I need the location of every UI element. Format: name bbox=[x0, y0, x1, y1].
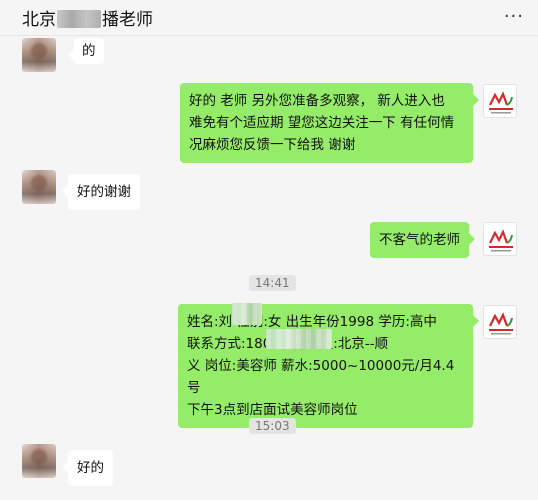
redacted-name-mask bbox=[232, 303, 262, 325]
message-text-line: 况麻烦您反馈一下给我 谢谢 bbox=[189, 137, 356, 153]
chat-title-suffix: 播老师 bbox=[102, 10, 153, 30]
contact-avatar[interactable] bbox=[22, 170, 56, 204]
message-bubble-left: 好的谢谢 bbox=[62, 174, 140, 210]
brand-logo-icon bbox=[489, 229, 513, 252]
message-text: 好的 bbox=[77, 460, 104, 476]
redacted-phone-mask bbox=[266, 329, 332, 349]
message-text-line: 义 岗位:美容师 薪水:5000~10000元/月4.4号 bbox=[187, 358, 455, 396]
message-text: 的 bbox=[82, 43, 96, 59]
timestamp: 15:03 bbox=[249, 418, 296, 434]
brand-logo-avatar[interactable] bbox=[483, 222, 517, 256]
brand-logo-icon bbox=[489, 312, 513, 335]
message-bubble-right: 姓名:刘 性别:女 出生年份1998 学历:高中 联系方式:18032 作地点:… bbox=[178, 304, 479, 428]
brand-logo-avatar[interactable] bbox=[483, 84, 517, 118]
message-bubble-left: 好的 bbox=[62, 450, 113, 486]
message-text-line: 好的 老师 另外您准备多观察， 新人进入也 bbox=[189, 93, 445, 109]
contact-avatar[interactable] bbox=[22, 38, 56, 72]
more-options-icon[interactable]: ··· bbox=[504, 6, 524, 27]
message-text-line: 下午3点到店面试美容师岗位 bbox=[187, 402, 358, 418]
brand-logo-icon bbox=[489, 91, 513, 114]
message-text: 不客气的老师 bbox=[379, 232, 460, 248]
message-bubble-right: 好的 老师 另外您准备多观察， 新人进入也 难免有个适应期 望您这边关注一下 有… bbox=[180, 83, 479, 163]
brand-logo-avatar[interactable] bbox=[483, 305, 517, 339]
chat-title: 北京 播老师 bbox=[22, 5, 153, 30]
timestamp: 14:41 bbox=[249, 275, 296, 291]
message-bubble-left: 的 bbox=[68, 38, 104, 64]
message-text-line: 难免有个适应期 望您这边关注一下 有任何情 bbox=[189, 115, 455, 131]
redacted-name-mask bbox=[57, 10, 101, 28]
chat-title-prefix: 北京 bbox=[22, 10, 56, 30]
contact-avatar[interactable] bbox=[22, 444, 56, 478]
message-bubble-right: 不客气的老师 bbox=[370, 222, 475, 258]
chat-header: 北京 播老师 ··· bbox=[0, 0, 538, 36]
message-text: 好的谢谢 bbox=[77, 184, 131, 200]
